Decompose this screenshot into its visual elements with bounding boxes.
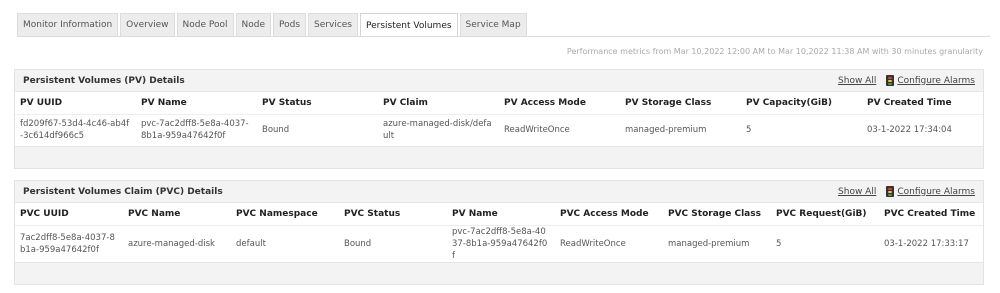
pv-panel-footer bbox=[15, 146, 983, 168]
pv-cell-pv-created-time: 03-1-2022 17:34:04 bbox=[862, 113, 983, 146]
pvc-configure-alarms-link[interactable]: Configure Alarms bbox=[897, 187, 975, 197]
pv-col-pv-access-mode: PV Access Mode bbox=[499, 92, 620, 114]
pv-cell-pv-claim: azure-managed-disk/default bbox=[378, 113, 499, 146]
pvc-col-pvc-status: PVC Status bbox=[339, 203, 447, 225]
pvc-cell-pvc-status: Bound bbox=[339, 224, 447, 262]
pv-col-pv-claim: PV Claim bbox=[378, 92, 499, 114]
tab-services[interactable]: Services bbox=[308, 13, 358, 36]
pvc-show-all-link[interactable]: Show All bbox=[838, 187, 876, 197]
pv-panel-title: Persistent Volumes (PV) Details bbox=[23, 75, 185, 86]
pv-show-all-link[interactable]: Show All bbox=[838, 76, 876, 86]
pv-cell-pv-uuid: fd209f67-53d4-4c46-ab4f-3c614df966c5 bbox=[15, 113, 136, 146]
pvc-cell-pv-name: pvc-7ac2dff8-5e8a-4037-8b1a-959a47642f0f bbox=[447, 224, 555, 262]
pvc-configure-alarms[interactable]: Configure Alarms bbox=[886, 186, 975, 197]
pv-table: PV UUID PV Name PV Status PV Claim PV Access… bbox=[15, 92, 983, 146]
tab-overview[interactable]: Overview bbox=[120, 13, 175, 36]
tab-service-map[interactable]: Service Map bbox=[459, 13, 527, 36]
pv-panel-header: Persistent Volumes (PV) Details Show All… bbox=[15, 70, 983, 92]
table-row: fd209f67-53d4-4c46-ab4f-3c614df966c5 pvc-… bbox=[15, 113, 983, 146]
pvc-cell-pvc-uuid: 7ac2dff8-5e8a-4037-8b1a-959a47642f0f bbox=[15, 224, 123, 262]
pv-details-panel: Persistent Volumes (PV) Details Show All… bbox=[14, 69, 984, 169]
tab-pods[interactable]: Pods bbox=[273, 13, 307, 36]
pvc-col-pvc-uuid: PVC UUID bbox=[15, 203, 123, 225]
pv-cell-pv-storage-class: managed-premium bbox=[620, 113, 741, 146]
tab-divider bbox=[17, 36, 990, 37]
pv-col-pv-uuid: PV UUID bbox=[15, 92, 136, 114]
pvc-col-pvc-namespace: PVC Namespace bbox=[231, 203, 339, 225]
tab-node-pool[interactable]: Node Pool bbox=[176, 13, 234, 36]
pvc-cell-pvc-created-time: 03-1-2022 17:33:17 bbox=[879, 224, 983, 262]
tab-node[interactable]: Node bbox=[235, 13, 272, 36]
tab-bar: Monitor Information Overview Node Pool Node… bbox=[17, 13, 529, 37]
pv-table-header: PV UUID PV Name PV Status PV Claim PV Access… bbox=[15, 92, 983, 114]
performance-note: Performance metrics from Mar 10,2022 12:… bbox=[566, 47, 983, 56]
pv-configure-alarms[interactable]: Configure Alarms bbox=[886, 75, 975, 86]
pv-cell-pv-status: Bound bbox=[257, 113, 378, 146]
tab-monitor-information[interactable]: Monitor Information bbox=[17, 13, 119, 36]
tab-persistent-volumes[interactable]: Persistent Volumes bbox=[360, 13, 458, 37]
pvc-col-pvc-name: PVC Name bbox=[123, 203, 231, 225]
pv-col-pv-name: PV Name bbox=[136, 92, 257, 114]
pv-col-pv-created-time: PV Created Time bbox=[862, 92, 983, 114]
pvc-col-pv-name: PV Name bbox=[447, 203, 555, 225]
pvc-panel-header: Persistent Volumes Claim (PVC) Details S… bbox=[15, 181, 983, 203]
pvc-panel-title: Persistent Volumes Claim (PVC) Details bbox=[23, 186, 223, 197]
pvc-cell-pvc-namespace: default bbox=[231, 224, 339, 262]
pvc-table: PVC UUID PVC Name PVC Namespace PVC Status P… bbox=[15, 203, 983, 262]
pvc-cell-pvc-access-mode: ReadWriteOnce bbox=[555, 224, 663, 262]
pvc-details-panel: Persistent Volumes Claim (PVC) Details S… bbox=[14, 180, 984, 285]
pvc-cell-pvc-storage-class: managed-premium bbox=[663, 224, 771, 262]
pv-configure-alarms-link[interactable]: Configure Alarms bbox=[897, 76, 975, 86]
traffic-light-icon bbox=[886, 186, 895, 197]
pvc-panel-footer bbox=[15, 261, 983, 284]
pvc-cell-pvc-name: azure-managed-disk bbox=[123, 224, 231, 262]
pvc-table-header: PVC UUID PVC Name PVC Namespace PVC Status P… bbox=[15, 203, 983, 225]
pvc-cell-pvc-request-gib: 5 bbox=[771, 224, 879, 262]
pv-cell-pv-access-mode: ReadWriteOnce bbox=[499, 113, 620, 146]
pvc-col-pvc-request-gib: PVC Request(GiB) bbox=[771, 203, 879, 225]
traffic-light-icon bbox=[886, 75, 895, 86]
pv-cell-pv-capacity-gib: 5 bbox=[741, 113, 862, 146]
pv-col-pv-capacity-gib: PV Capacity(GiB) bbox=[741, 92, 862, 114]
pvc-col-pvc-created-time: PVC Created Time bbox=[879, 203, 983, 225]
pv-col-pv-status: PV Status bbox=[257, 92, 378, 114]
pvc-col-pvc-access-mode: PVC Access Mode bbox=[555, 203, 663, 225]
pv-col-pv-storage-class: PV Storage Class bbox=[620, 92, 741, 114]
pvc-col-pvc-storage-class: PVC Storage Class bbox=[663, 203, 771, 225]
table-row: 7ac2dff8-5e8a-4037-8b1a-959a47642f0f azur… bbox=[15, 224, 983, 262]
pv-cell-pv-name: pvc-7ac2dff8-5e8a-4037-8b1a-959a47642f0f bbox=[136, 113, 257, 146]
